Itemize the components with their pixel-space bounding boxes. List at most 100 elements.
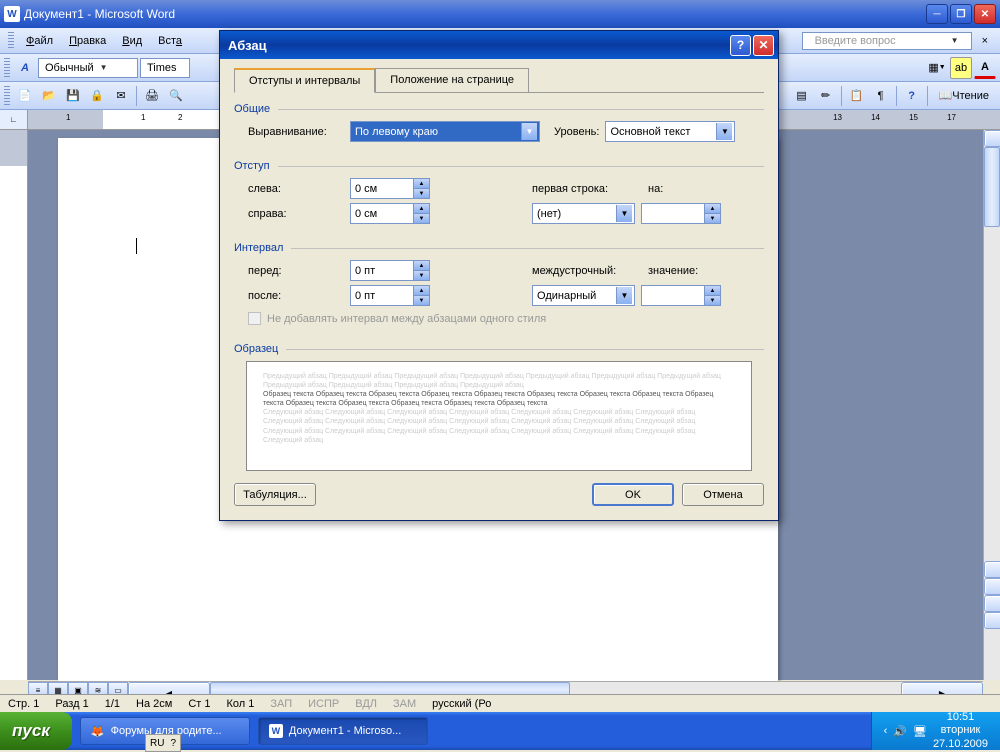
tab-selector[interactable]: ∟ xyxy=(0,110,28,129)
scroll-down-button[interactable]: ▼ xyxy=(984,561,1000,578)
status-col[interactable]: Кол 1 xyxy=(226,698,254,710)
minimize-button[interactable]: ─ xyxy=(926,4,948,24)
scroll-thumb[interactable] xyxy=(984,147,1000,227)
tab-indents[interactable]: Отступы и интервалы xyxy=(234,68,375,93)
lang-indicator[interactable]: RU xyxy=(150,738,164,749)
help-button[interactable]: ? xyxy=(901,85,923,107)
open-button[interactable]: 📂 xyxy=(38,85,60,107)
by-label: на: xyxy=(648,183,663,195)
left-indent-spinner[interactable]: 0 см ▲▼ xyxy=(350,178,430,199)
maximize-button[interactable]: ❐ xyxy=(950,4,972,24)
menu-insert[interactable]: Вста xyxy=(150,32,190,50)
close-doc-button[interactable]: × xyxy=(978,34,992,48)
before-label: перед: xyxy=(248,265,344,277)
doc-map-button[interactable]: 📋 xyxy=(846,85,868,107)
menu-file[interactable]: Файл xyxy=(18,32,61,50)
tray-icon[interactable]: 🖥 xyxy=(913,725,927,738)
spin-up-icon[interactable]: ▲ xyxy=(413,286,429,296)
spin-down-icon[interactable]: ▼ xyxy=(413,271,429,280)
reading-button[interactable]: 📖 Чтение xyxy=(932,85,996,107)
preview-button[interactable]: 🔍 xyxy=(165,85,187,107)
ok-button[interactable]: OK xyxy=(592,483,674,506)
status-ext[interactable]: ВДЛ xyxy=(355,698,377,710)
vertical-scrollbar[interactable]: ▲ ▼ ⦿ ● ⦿ xyxy=(983,130,1000,680)
columns-button[interactable]: ▤ xyxy=(791,85,813,107)
spin-down-icon[interactable]: ▼ xyxy=(704,214,720,223)
border-button[interactable]: ▦▼ xyxy=(926,57,948,79)
after-value: 0 пт xyxy=(355,290,375,302)
spin-down-icon[interactable]: ▼ xyxy=(413,296,429,305)
style-value: Обычный xyxy=(45,62,94,74)
status-page[interactable]: Стр. 1 xyxy=(8,698,39,710)
font-combo[interactable]: Times xyxy=(140,58,190,78)
text-cursor xyxy=(136,238,137,254)
tray-icon[interactable]: 🔊 xyxy=(893,725,907,738)
scroll-up-button[interactable]: ▲ xyxy=(984,130,1000,147)
paragraph-dialog: Абзац ? ✕ Отступы и интервалы Положение … xyxy=(219,30,779,521)
cancel-button[interactable]: Отмена xyxy=(682,483,764,506)
at-spinner[interactable]: ▲▼ xyxy=(641,285,721,306)
spin-down-icon[interactable]: ▼ xyxy=(413,189,429,198)
grip-icon[interactable] xyxy=(8,32,14,50)
status-pages[interactable]: 1/1 xyxy=(105,698,120,710)
dialog-close-button[interactable]: ✕ xyxy=(753,35,774,56)
spin-up-icon[interactable]: ▲ xyxy=(413,179,429,189)
style-combo[interactable]: Обычный ▼ xyxy=(38,58,138,78)
save-button[interactable]: 💾 xyxy=(62,85,84,107)
linespacing-select[interactable]: Одинарный ▼ xyxy=(532,285,635,306)
start-button[interactable]: пуск xyxy=(0,712,72,750)
taskbar-item-word[interactable]: W Документ1 - Microso... xyxy=(258,717,428,745)
menu-view[interactable]: Вид xyxy=(114,32,150,50)
tab-pageposition[interactable]: Положение на странице xyxy=(375,68,529,93)
status-rec[interactable]: ЗАП xyxy=(270,698,292,710)
status-section[interactable]: Разд 1 xyxy=(55,698,88,710)
language-bar[interactable]: RU ? xyxy=(145,734,181,752)
firstline-select[interactable]: (нет) ▼ xyxy=(532,203,635,224)
prev-page-button[interactable]: ⦿ xyxy=(984,578,1000,595)
next-page-button[interactable]: ⦿ xyxy=(984,612,1000,629)
level-select[interactable]: Основной текст ▼ xyxy=(605,121,735,142)
status-ovr[interactable]: ЗАМ xyxy=(393,698,416,710)
reading-label: Чтение xyxy=(952,90,989,102)
tray-arrow-icon[interactable]: ‹ xyxy=(884,725,888,737)
vertical-ruler[interactable] xyxy=(0,130,28,680)
preview-prev-text: Предыдущий абзац Предыдущий абзац Предыд… xyxy=(263,372,735,390)
spin-down-icon[interactable]: ▼ xyxy=(704,296,720,305)
spin-up-icon[interactable]: ▲ xyxy=(413,204,429,214)
system-tray[interactable]: ‹ 🔊 🖥 10:51 вторник 27.10.2009 xyxy=(871,712,1000,750)
status-lang[interactable]: русский (Ро xyxy=(432,698,491,710)
by-spinner[interactable]: ▲▼ xyxy=(641,203,721,224)
grip-icon[interactable] xyxy=(4,86,10,106)
right-indent-label: справа: xyxy=(248,208,344,220)
permission-button[interactable]: 🔒 xyxy=(86,85,108,107)
menu-edit[interactable]: Правка xyxy=(61,32,114,50)
spin-down-icon[interactable]: ▼ xyxy=(413,214,429,223)
close-button[interactable]: ✕ xyxy=(974,4,996,24)
tabs-button[interactable]: Табуляция... xyxy=(234,483,316,506)
spin-up-icon[interactable]: ▲ xyxy=(704,286,720,296)
help-search-input[interactable]: Введите вопрос ▼ xyxy=(802,32,972,50)
mail-button[interactable]: ✉ xyxy=(110,85,132,107)
highlight-button[interactable]: ab xyxy=(950,57,972,79)
tray-clock[interactable]: 10:51 вторник 27.10.2009 xyxy=(933,711,988,751)
show-marks-button[interactable]: ¶ xyxy=(870,85,892,107)
alignment-select[interactable]: По левому краю ▼ xyxy=(350,121,540,142)
new-button[interactable]: 📄 xyxy=(14,85,36,107)
print-button[interactable]: 🖨 xyxy=(141,85,163,107)
dialog-help-button[interactable]: ? xyxy=(730,35,751,56)
status-line[interactable]: Ст 1 xyxy=(188,698,210,710)
grip-icon[interactable] xyxy=(4,58,10,78)
status-trk[interactable]: ИСПР xyxy=(308,698,339,710)
spin-up-icon[interactable]: ▲ xyxy=(704,204,720,214)
lang-help-icon[interactable]: ? xyxy=(170,738,176,749)
after-spinner[interactable]: 0 пт ▲▼ xyxy=(350,285,430,306)
font-color-button[interactable]: A xyxy=(974,57,996,79)
dialog-titlebar[interactable]: Абзац ? ✕ xyxy=(220,31,778,59)
right-indent-spinner[interactable]: 0 см ▲▼ xyxy=(350,203,430,224)
before-spinner[interactable]: 0 пт ▲▼ xyxy=(350,260,430,281)
browse-button[interactable]: ● xyxy=(984,595,1000,612)
styles-button[interactable]: A xyxy=(14,57,36,79)
status-at[interactable]: На 2см xyxy=(136,698,172,710)
spin-up-icon[interactable]: ▲ xyxy=(413,261,429,271)
drawing-button[interactable]: ✏ xyxy=(815,85,837,107)
